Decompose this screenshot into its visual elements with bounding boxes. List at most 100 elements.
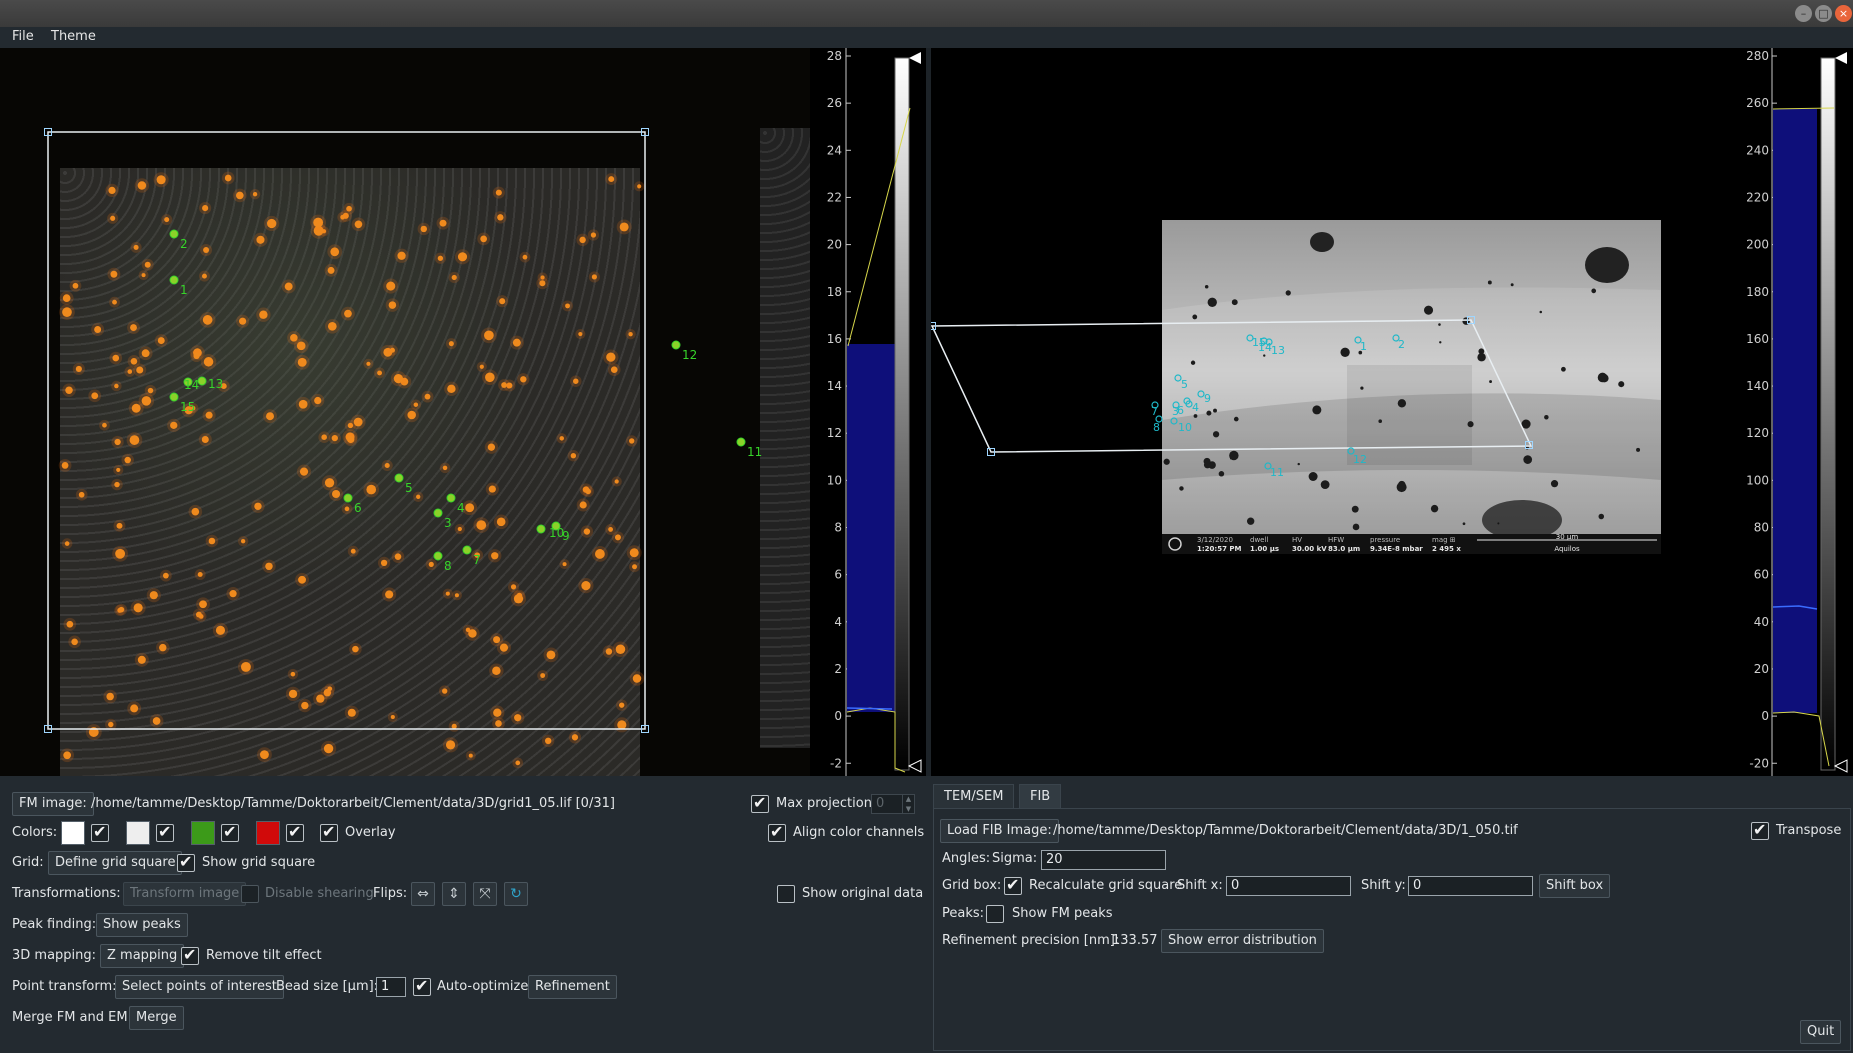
fm-peak-marker[interactable] <box>446 493 456 503</box>
fib-particle <box>1203 457 1211 465</box>
fm-peak-marker[interactable] <box>433 551 443 561</box>
rotate-icon[interactable]: ↻ <box>504 882 528 906</box>
sigma-input[interactable]: 20 <box>1041 850 1166 870</box>
em-overlay-layer[interactable]: 3/12/2020 dwell HV HFW pressure mag ⊞ 1:20:57 … <box>931 48 1739 776</box>
gradient-level-bar[interactable] <box>1820 57 1836 771</box>
transpose-checkbox[interactable]: ✔ <box>1751 820 1769 840</box>
align-channels-checkbox[interactable]: ✔ <box>768 822 786 842</box>
quit-button[interactable]: Quit <box>1800 1020 1842 1044</box>
min-level-handle[interactable] <box>1833 759 1848 773</box>
max-projection-checkbox[interactable]: ✔ <box>751 793 769 813</box>
tab-tem-sem[interactable]: TEM/SEM <box>933 784 1015 808</box>
fluorescent-bead <box>499 643 509 652</box>
bead-size-input[interactable]: 1 <box>376 977 406 997</box>
fm-histogram[interactable]: 28 26 24 22 20 18 16 14 12 10 8 6 4 2 0 -2 <box>810 48 931 776</box>
fib-particle <box>1430 504 1439 513</box>
em-image-view[interactable]: 3/12/2020 dwell HV HFW pressure mag ⊞ 1:20:57 … <box>931 48 1739 776</box>
maximize-button[interactable]: □ <box>1815 5 1832 22</box>
remove-tilt-checkbox[interactable]: ✔ <box>181 945 199 965</box>
flip-vertical-icon[interactable]: ⇕ <box>442 882 466 906</box>
em-histogram[interactable]: 280 260 240 220 200 180 160 140 120 100 80 60 40 20 0-… <box>1739 48 1853 776</box>
flip-horizontal-icon[interactable]: ⇔ <box>411 882 435 906</box>
peak-finding-label: Peak finding: <box>12 917 97 932</box>
spin-down-icon[interactable]: ▼ <box>903 804 914 814</box>
fluorescent-bead <box>447 384 456 394</box>
menu-file[interactable]: File <box>12 29 34 44</box>
fm-peak-marker[interactable] <box>536 524 546 534</box>
fm-peak-marker[interactable] <box>462 545 472 555</box>
fluorescent-bead <box>615 644 626 655</box>
fluorescent-bead <box>366 484 377 495</box>
max-level-handle[interactable] <box>1835 52 1847 64</box>
channel-1-checkbox[interactable]: ✔ <box>91 822 109 842</box>
merge-button[interactable]: Merge <box>129 1006 184 1030</box>
auto-optimize-checkbox[interactable]: ✔ <box>413 976 431 996</box>
fm-peak-marker[interactable] <box>433 508 443 518</box>
fib-particle <box>1352 523 1360 531</box>
fluorescent-bead <box>591 274 597 280</box>
fm-peak-marker[interactable] <box>671 340 681 350</box>
show-error-distribution-button[interactable]: Show error distribution <box>1161 929 1324 953</box>
fluorescent-bead <box>229 590 237 598</box>
fluorescent-bead <box>208 537 216 545</box>
minimize-button[interactable]: – <box>1795 5 1812 22</box>
select-points-button[interactable]: Select points of interest <box>115 975 284 999</box>
show-grid-square-checkbox[interactable]: ✔ <box>177 852 195 872</box>
spin-up-icon[interactable]: ▲ <box>903 794 914 804</box>
show-peaks-button[interactable]: Show peaks <box>96 913 188 937</box>
fib-particle <box>1351 505 1359 513</box>
fm-overlay-layer[interactable]: 123456789101112131415 <box>0 48 810 776</box>
fm-peak-marker[interactable] <box>169 229 179 239</box>
fm-peak-label: 4 <box>457 501 465 515</box>
fm-peak-marker[interactable] <box>394 473 404 483</box>
show-grid-square-label: Show grid square <box>202 855 316 870</box>
em-histogram-plot[interactable]: 280260240220200180160140120100806040200-… <box>1739 48 1853 776</box>
fm-peak-marker[interactable] <box>169 392 179 402</box>
gradient-level-bar[interactable] <box>894 57 910 771</box>
max-level-handle[interactable] <box>909 52 921 64</box>
recalculate-grid-checkbox[interactable]: ✔ <box>1004 875 1022 895</box>
fm-image-button[interactable]: FM image: <box>12 792 94 816</box>
fluorescent-bead <box>480 235 488 243</box>
refinement-button[interactable]: Refinement <box>528 975 617 999</box>
fm-peak-label: 2 <box>180 237 188 251</box>
histogram-tick-label: 4 <box>834 615 842 629</box>
load-fib-image-button[interactable]: Load FIB Image: <box>940 819 1059 843</box>
min-level-handle[interactable] <box>907 759 922 773</box>
fib-particle <box>1192 314 1198 320</box>
fib-particle <box>1163 458 1170 465</box>
fm-image-view[interactable]: 1 2 3 4 5 6 7 8 9 10 11 12 13 14 15 <box>0 48 810 776</box>
channel-4-checkbox[interactable]: ✔ <box>286 822 304 842</box>
color-swatch-2[interactable] <box>126 821 150 845</box>
color-swatch-1[interactable] <box>61 821 85 845</box>
fluorescent-bead <box>492 666 501 676</box>
disable-shearing-checkbox[interactable] <box>241 885 259 903</box>
show-fm-peaks-checkbox[interactable] <box>986 905 1004 923</box>
shift-y-input[interactable]: 0 <box>1408 876 1533 896</box>
fm-peak-marker[interactable] <box>343 493 353 503</box>
fluorescent-bead <box>288 689 298 699</box>
grid-label: Grid: <box>12 855 44 870</box>
shift-box-button[interactable]: Shift box <box>1539 874 1611 898</box>
fm-peak-marker[interactable] <box>736 437 746 447</box>
define-grid-square-button[interactable]: Define grid square <box>48 851 183 875</box>
show-original-data-checkbox[interactable] <box>777 885 795 903</box>
close-button[interactable]: × <box>1835 5 1852 22</box>
tab-fib[interactable]: FIB <box>1019 784 1062 808</box>
spinbox-arrows[interactable]: ▲ ▼ <box>902 794 914 814</box>
color-swatch-4[interactable] <box>256 821 280 845</box>
menu-theme[interactable]: Theme <box>51 29 96 44</box>
transpose-icon[interactable]: ⤧ <box>473 882 497 906</box>
check-icon: ✔ <box>415 976 429 995</box>
fm-histogram-plot[interactable]: 2826242220181614121086420-2 <box>810 48 931 776</box>
z-mapping-button[interactable]: Z mapping <box>100 944 185 968</box>
overlay-checkbox[interactable]: ✔ <box>320 822 338 842</box>
fib-particle <box>1312 405 1322 415</box>
color-swatch-3[interactable] <box>191 821 215 845</box>
transform-image-button[interactable]: Transform image <box>123 882 247 906</box>
fluorescent-bead <box>193 352 200 360</box>
channel-3-checkbox[interactable]: ✔ <box>221 822 239 842</box>
channel-2-checkbox[interactable]: ✔ <box>156 822 174 842</box>
fm-peak-marker[interactable] <box>169 275 179 285</box>
shift-x-input[interactable]: 0 <box>1226 876 1351 896</box>
